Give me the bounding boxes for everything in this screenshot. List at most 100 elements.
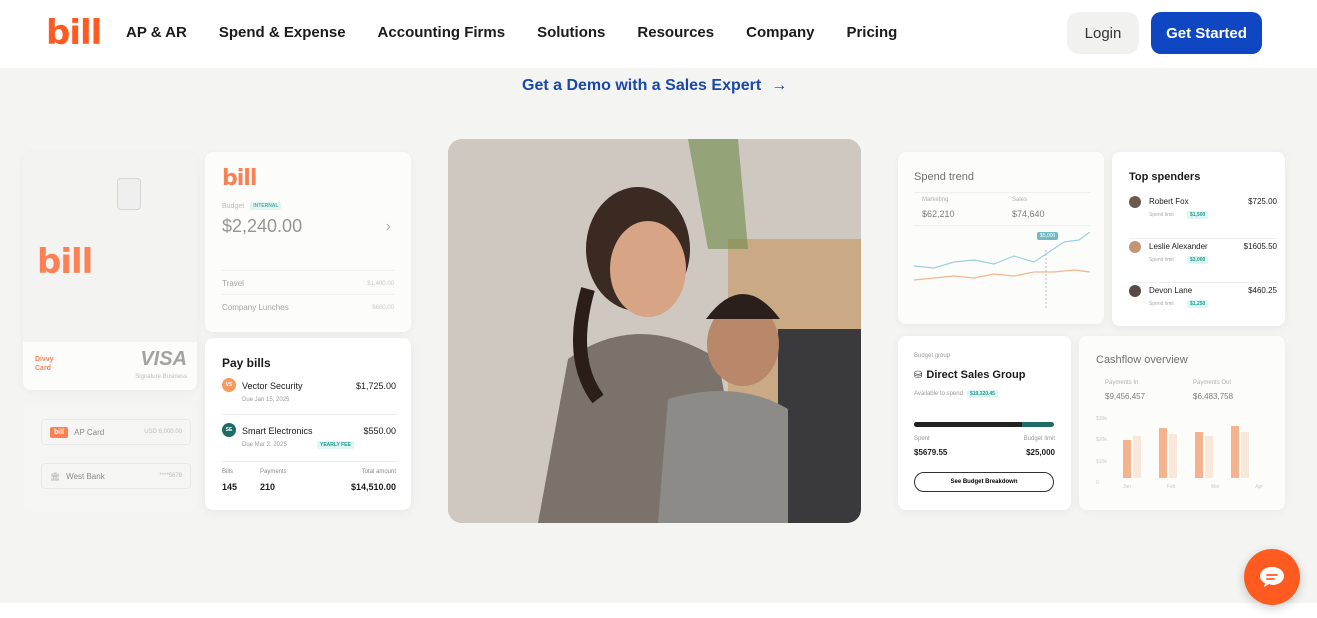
spender-row[interactable]: Devon Lane $460.25 Spend limit $1,250 bbox=[1129, 282, 1277, 314]
spender-name: Robert Fox bbox=[1149, 197, 1189, 206]
bill-due: Due Mar 2, 2025 bbox=[242, 442, 287, 448]
nav-item-ap-ar[interactable]: AP & AR bbox=[126, 24, 187, 41]
cashflow-card: Cashflow overview Payments In $9,456,457… bbox=[1079, 336, 1285, 510]
divider bbox=[222, 461, 398, 462]
divider bbox=[222, 414, 398, 415]
top-spenders-card: Top spenders Robert Fox $725.00 Spend li… bbox=[1112, 152, 1285, 326]
stat-label: Sales bbox=[1012, 197, 1028, 203]
account-row[interactable]: bill AP Card USD 6,000.00 bbox=[41, 419, 191, 445]
payments-out-label: Payments Out bbox=[1193, 380, 1232, 386]
bill-logo[interactable]: bill bbox=[46, 16, 102, 50]
login-button[interactable]: Login bbox=[1067, 12, 1139, 54]
budget-progress-fill bbox=[914, 422, 1022, 427]
account-value: USD 6,000.00 bbox=[144, 429, 182, 435]
cashflow-chart bbox=[1123, 426, 1249, 478]
coins-icon: ⛁ bbox=[914, 369, 923, 381]
nav-menu: AP & AR Spend & Expense Accounting Firms… bbox=[126, 24, 897, 41]
account-row[interactable]: 🏛 West Bank ****5678 bbox=[41, 463, 191, 489]
spender-amount: $1605.50 bbox=[1243, 242, 1277, 251]
footer-label: Payments bbox=[260, 469, 287, 475]
pay-bills-title: Pay bills bbox=[222, 356, 271, 370]
spend-limit-label: Spend limit bbox=[1149, 257, 1174, 263]
payments-in-value: $9,456,457 bbox=[1105, 392, 1146, 401]
bill-item[interactable]: VS Vector Security Due Jan 15, 2025 $1,7… bbox=[222, 378, 402, 414]
account-badge: bill bbox=[50, 426, 69, 438]
spend-limit-value: $1,250 bbox=[1187, 300, 1209, 308]
spend-limit-value: $1,500 bbox=[1187, 211, 1209, 219]
cashflow-xaxis: Jan Feb Mar Apr bbox=[1123, 484, 1263, 490]
cashflow-yaxis: $30k $20k $10k 0 bbox=[1096, 416, 1116, 486]
bill-amount: $550.00 bbox=[363, 426, 396, 436]
footer-value: 210 bbox=[260, 482, 276, 492]
budget-amount: $2,240.00 bbox=[222, 216, 303, 236]
visa-logo: VISA bbox=[140, 348, 187, 370]
bills-footer: Bills 145 Payments 210 Total amount $14,… bbox=[222, 469, 402, 499]
bill-amount: $1,725.00 bbox=[355, 381, 396, 391]
cashflow-title: Cashflow overview bbox=[1096, 354, 1188, 366]
nav-item-company[interactable]: Company bbox=[746, 24, 814, 41]
nav-item-accounting-firms[interactable]: Accounting Firms bbox=[378, 24, 506, 41]
bill-item[interactable]: SE Smart Electronics Due Mar 2, 2025 YEA… bbox=[222, 423, 402, 459]
budget-group-label: Budget group bbox=[914, 353, 951, 359]
nav-item-spend-expense[interactable]: Spend & Expense bbox=[219, 24, 346, 41]
spent-value: $5679.55 bbox=[914, 448, 948, 457]
nav-item-resources[interactable]: Resources bbox=[637, 24, 714, 41]
spender-row[interactable]: Robert Fox $725.00 Spend limit $1,500 bbox=[1129, 194, 1277, 226]
budget-card: bill Budget INTERNAL $2,240.00 › Travel … bbox=[205, 152, 411, 332]
available-label: Available to spend bbox=[914, 391, 963, 397]
chip-icon bbox=[117, 178, 141, 210]
see-budget-breakdown-button[interactable]: See Budget Breakdown bbox=[914, 472, 1054, 492]
demo-link[interactable]: Get a Demo with a Sales Expert → bbox=[522, 77, 787, 95]
payments-in-label: Payments In bbox=[1105, 380, 1139, 386]
top-nav: bill AP & AR Spend & Expense Accounting … bbox=[0, 0, 1317, 68]
xtick: Apr bbox=[1255, 484, 1263, 490]
footer-value: $14,510.00 bbox=[350, 482, 396, 492]
limit-value: $25,000 bbox=[1026, 448, 1055, 457]
trend-callout: $5,000 bbox=[1037, 232, 1059, 240]
spend-trend-card: Spend trend Marketing $62,210 Sales $74,… bbox=[898, 152, 1104, 324]
demo-link-label: Get a Demo with a Sales Expert bbox=[522, 77, 762, 94]
spend-trend-chart bbox=[914, 232, 1090, 310]
avatar bbox=[1129, 241, 1141, 253]
bank-icon: 🏛 bbox=[50, 471, 61, 481]
spend-trend-title: Spend trend bbox=[914, 171, 974, 183]
budget-group-card: Budget group ⛁ Direct Sales Group Availa… bbox=[898, 336, 1071, 510]
nav-item-pricing[interactable]: Pricing bbox=[846, 24, 897, 41]
payments-out-value: $6,483,758 bbox=[1193, 392, 1234, 401]
card-footer: Divvy Card VISA Signature Business bbox=[23, 342, 197, 390]
nav-item-solutions[interactable]: Solutions bbox=[537, 24, 605, 41]
yearly-fee-tag: YEARLY FEE bbox=[317, 441, 354, 449]
account-name: West Bank bbox=[66, 471, 105, 481]
stat-value: $62,210 bbox=[922, 209, 955, 219]
footer-label: Bills bbox=[222, 469, 234, 475]
arrow-right-icon: → bbox=[771, 77, 788, 94]
budget-row-name: Company Lunches bbox=[222, 303, 289, 312]
budget-group-name: Direct Sales Group bbox=[926, 369, 1026, 381]
spender-name: Devon Lane bbox=[1149, 286, 1193, 295]
spent-label: Spent bbox=[914, 436, 930, 442]
spend-limit-label: Spend limit bbox=[1149, 301, 1174, 307]
divvy-card: bill Divvy Card VISA Signature Business bbox=[23, 152, 197, 390]
vendor-name: Vector Security bbox=[242, 381, 303, 391]
spender-amount: $725.00 bbox=[1248, 197, 1277, 206]
vendor-name: Smart Electronics bbox=[242, 426, 313, 436]
spender-row[interactable]: Leslie Alexander $1605.50 Spend limit $3… bbox=[1129, 238, 1277, 270]
chat-button[interactable] bbox=[1244, 549, 1300, 605]
budget-row-value: $600.00 bbox=[372, 304, 394, 311]
footer-label: Total amount bbox=[361, 469, 396, 475]
ytick: $20k bbox=[1096, 437, 1107, 444]
spend-limit-value: $3,000 bbox=[1187, 256, 1209, 264]
limit-label: Budget limit bbox=[1023, 436, 1055, 442]
ytick: $30k bbox=[1096, 416, 1107, 422]
budget-label: Budget bbox=[222, 202, 245, 210]
hero-photo bbox=[448, 139, 861, 523]
get-started-button[interactable]: Get Started bbox=[1151, 12, 1262, 54]
budget-row: Travel $1,400.00 bbox=[222, 270, 394, 288]
chevron-right-icon[interactable]: › bbox=[386, 218, 391, 236]
budget-row: Company Lunches $600.00 bbox=[222, 294, 394, 312]
budget-logo: bill bbox=[222, 166, 257, 191]
pay-bills-card: Pay bills VS Vector Security Due Jan 15,… bbox=[205, 338, 411, 510]
vendor-avatar: SE bbox=[222, 423, 236, 437]
account-name: AP Card bbox=[74, 427, 105, 437]
spend-limit-label: Spend limit bbox=[1149, 212, 1174, 218]
